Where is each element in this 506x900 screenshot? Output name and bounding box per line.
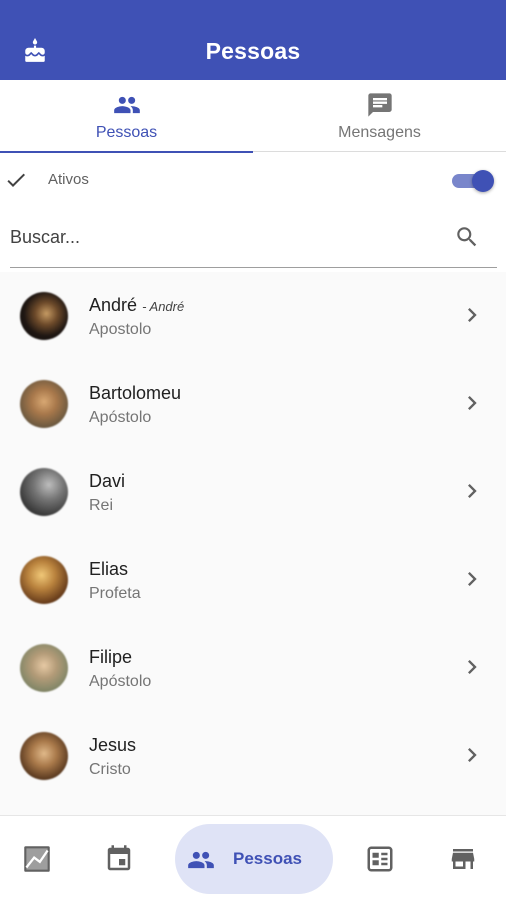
tab-mensagens[interactable]: Mensagens [253, 80, 506, 152]
active-filter-row: Ativos [0, 152, 506, 208]
tab-label: Mensagens [338, 124, 421, 141]
list-item[interactable]: Bartolomeu Apóstolo [0, 360, 506, 448]
person-role: Apóstolo [89, 409, 152, 426]
person-name: Elias [89, 559, 129, 579]
people-icon [188, 851, 214, 869]
page-title: Pessoas [205, 38, 301, 64]
store-icon [451, 849, 475, 869]
chevron-right-icon [468, 396, 477, 410]
chevron-right-icon [468, 484, 477, 498]
calendar-icon [107, 845, 131, 871]
avatar [20, 644, 68, 692]
nav-chart[interactable] [20, 816, 56, 900]
list-item[interactable]: Jesus Cristo [0, 712, 506, 800]
person-name: Davi [89, 471, 126, 491]
tab-bar: Pessoas Mensagens [0, 80, 506, 153]
list-item[interactable]: André - André Apostolo [0, 272, 506, 360]
chevron-right-icon [468, 572, 477, 586]
active-filter-label: Ativos [48, 171, 89, 188]
person-role: Profeta [89, 585, 141, 602]
chevron-right-icon [468, 660, 477, 674]
person-name: André - André [89, 295, 185, 315]
chevron-right-icon [468, 308, 477, 322]
avatar [20, 380, 68, 428]
bottom-navigation: Pessoas [0, 815, 506, 900]
check-icon [7, 173, 25, 187]
avatar [20, 732, 68, 780]
nav-pessoas[interactable]: Pessoas [175, 824, 333, 894]
app-bar: Pessoas [0, 0, 506, 80]
person-name: Jesus [89, 735, 137, 755]
person-alias: André [149, 299, 185, 314]
person-name: Bartolomeu [89, 383, 182, 403]
list-item[interactable]: Davi Rei [0, 448, 506, 536]
calendar-view-icon [367, 846, 393, 872]
tab-label: Pessoas [95, 124, 158, 141]
person-role: Apostolo [89, 321, 152, 338]
person-role: Rei [89, 497, 114, 514]
avatar [20, 556, 68, 604]
avatar [20, 292, 68, 340]
chart-icon [24, 846, 50, 872]
active-toggle[interactable] [450, 169, 494, 193]
list-item[interactable]: Elias Profeta [0, 536, 506, 624]
nav-calendar[interactable] [104, 816, 134, 900]
person-role: Apóstolo [89, 673, 152, 690]
person-name: Filipe [89, 647, 133, 667]
list-item[interactable]: Filipe Apóstolo [0, 624, 506, 712]
message-icon [367, 93, 392, 117]
people-list: André - André Apostolo Bartolomeu Apósto… [0, 272, 506, 815]
search-icon[interactable] [454, 224, 480, 250]
person-role: Cristo [89, 761, 131, 778]
nav-label: Pessoas [233, 849, 302, 868]
nav-store[interactable] [448, 816, 478, 900]
nav-calendar-view[interactable] [365, 816, 395, 900]
search-input[interactable] [10, 222, 440, 252]
tab-pessoas[interactable]: Pessoas [0, 80, 253, 153]
search-bar [10, 212, 497, 268]
avatar [20, 468, 68, 516]
people-icon [113, 96, 140, 114]
chevron-right-icon [468, 748, 477, 762]
toggle-thumb [472, 170, 494, 192]
